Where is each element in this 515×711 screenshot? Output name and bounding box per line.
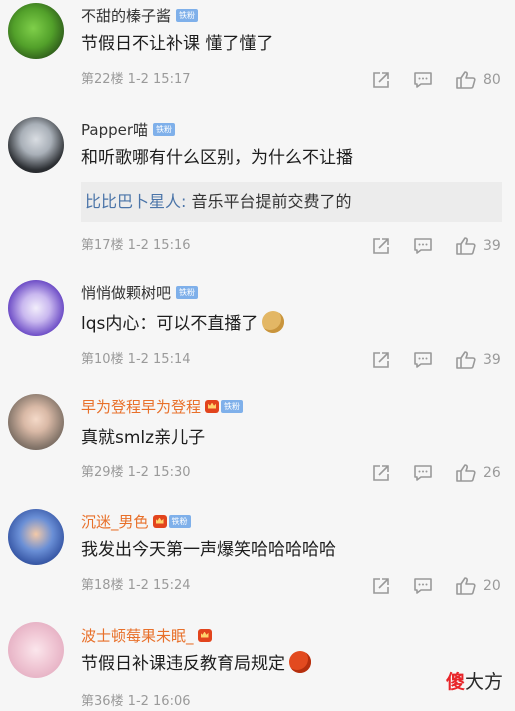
crown-icon [197, 628, 212, 642]
username[interactable]: 早为登程早为登程 [81, 396, 201, 417]
comment-text-content: lqs内心：可以不直播了 [81, 314, 259, 334]
comment-item: Papper喵 铁粉 和听歌哪有什么区别，为什么不让播 比比巴卜星人: 音乐平台… [0, 115, 515, 260]
emoji-doge-icon [262, 311, 285, 333]
comment-text-content: 节假日补课违反教育局规定 [81, 654, 285, 674]
comment-item: 悄悄做颗树吧 铁粉 lqs内心：可以不直播了 第10楼 1-2 15:14 39 [0, 260, 515, 378]
reply-preview[interactable]: 比比巴卜星人: 音乐平台提前交费了的 [81, 182, 502, 222]
fan-badge: 铁粉 [176, 285, 199, 299]
avatar[interactable] [8, 3, 64, 59]
share-icon[interactable] [371, 350, 391, 370]
crown-icon [152, 514, 167, 528]
like-icon[interactable] [455, 236, 477, 256]
crown-icon [205, 399, 220, 413]
comment-icon[interactable] [413, 463, 433, 483]
username[interactable]: 沉迷_男色 [81, 511, 149, 532]
comment-item: 波士顿莓果未眠_ 节假日补课违反教育局规定 第36楼 1-2 16:06 [0, 612, 515, 709]
reply-username[interactable]: 比比巴卜星人: [81, 192, 186, 211]
share-icon[interactable] [371, 70, 391, 90]
comment-item: 早为登程早为登程 铁粉 真就smlz亲儿子 第29楼 1-2 15:30 26 [0, 378, 515, 495]
username[interactable]: 悄悄做颗树吧 [81, 282, 171, 303]
like-count: 26 [483, 465, 501, 481]
fan-badge: 铁粉 [221, 399, 244, 413]
like-icon[interactable] [455, 576, 477, 596]
avatar[interactable] [8, 622, 64, 678]
watermark-logo: 傻大方 [446, 667, 503, 694]
username[interactable]: 波士顿莓果未眠_ [81, 625, 194, 646]
like-icon[interactable] [455, 350, 477, 370]
floor-time: 第18楼 1-2 15:24 [81, 578, 191, 593]
comment-text: 真就smlz亲儿子 [81, 428, 206, 448]
emoji-angry-icon [289, 651, 311, 673]
share-icon[interactable] [371, 576, 391, 596]
comment-text: 节假日不让补课 懂了懂了 [81, 34, 274, 54]
username[interactable]: 不甜的榛子酱 [81, 5, 171, 26]
floor-time: 第29楼 1-2 15:30 [81, 465, 191, 480]
avatar[interactable] [8, 280, 64, 336]
like-count: 39 [483, 352, 501, 368]
comment-icon[interactable] [413, 70, 433, 90]
like-icon[interactable] [455, 463, 477, 483]
like-icon[interactable] [455, 70, 477, 90]
comment-icon[interactable] [413, 576, 433, 596]
comment-text: 和听歌哪有什么区别，为什么不让播 [81, 148, 353, 168]
share-icon[interactable] [371, 236, 391, 256]
reply-text: 音乐平台提前交费了的 [186, 192, 352, 211]
watermark-logo-text: 大方 [464, 671, 503, 693]
fan-badge: 铁粉 [176, 8, 199, 22]
fan-badge: 铁粉 [168, 514, 191, 528]
floor-time: 第17楼 1-2 15:16 [81, 238, 191, 253]
avatar[interactable] [8, 509, 64, 565]
avatar[interactable] [8, 394, 64, 450]
like-count: 20 [483, 578, 501, 594]
avatar[interactable] [8, 117, 64, 173]
comment-icon[interactable] [413, 236, 433, 256]
share-icon[interactable] [371, 463, 391, 483]
comment-text: lqs内心：可以不直播了 [81, 311, 285, 337]
floor-time: 第36楼 1-2 16:06 [81, 694, 191, 709]
fan-badge: 铁粉 [153, 122, 176, 136]
like-count: 80 [483, 72, 501, 88]
watermark-logo-mark: 傻 [445, 671, 465, 693]
floor-time: 第10楼 1-2 15:14 [81, 352, 191, 367]
comment-icon[interactable] [413, 350, 433, 370]
comment-item: 不甜的榛子酱 铁粉 节假日不让补课 懂了懂了 第22楼 1-2 15:17 80 [0, 0, 515, 115]
comment-text: 我发出今天第一声爆笑哈哈哈哈哈 [81, 540, 336, 560]
comment-text: 节假日补课违反教育局规定 [81, 651, 311, 677]
like-count: 39 [483, 238, 501, 254]
comment-item: 沉迷_男色 铁粉 我发出今天第一声爆笑哈哈哈哈哈 第18楼 1-2 15:24 … [0, 495, 515, 612]
floor-time: 第22楼 1-2 15:17 [81, 72, 191, 87]
username[interactable]: Papper喵 [81, 119, 148, 140]
